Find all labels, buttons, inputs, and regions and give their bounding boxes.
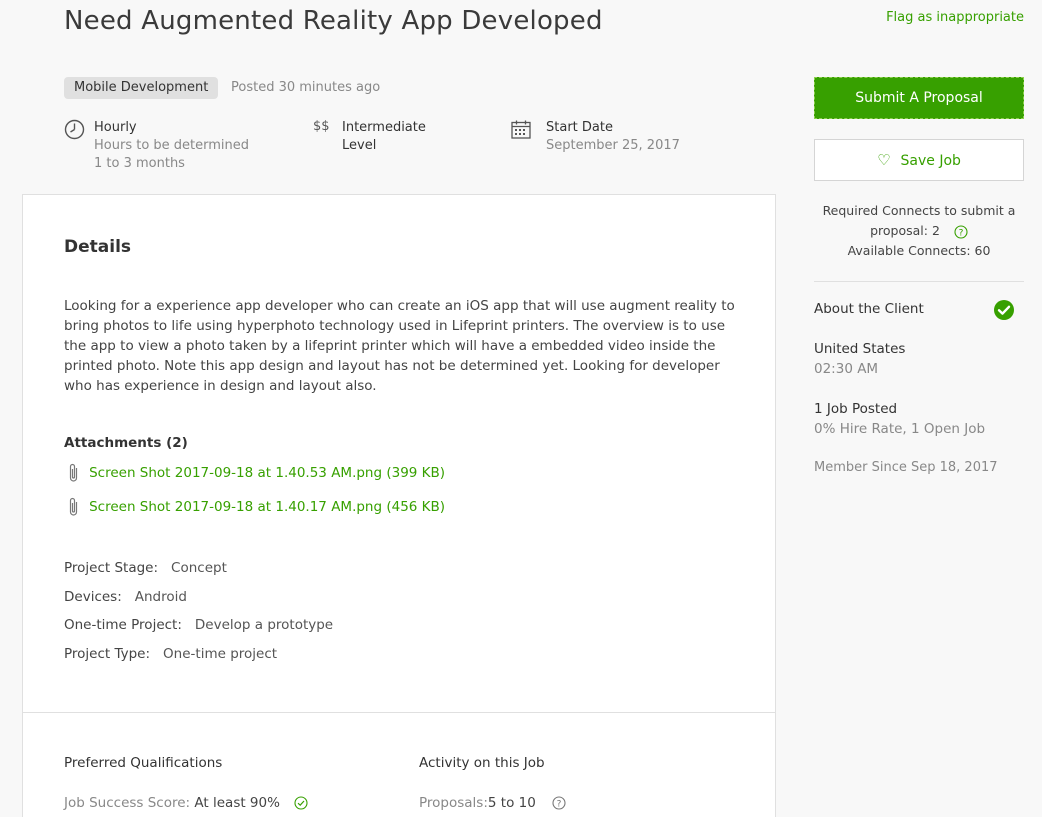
property-key: Project Type: — [64, 646, 151, 662]
duration-estimate: 1 to 3 months — [94, 156, 185, 171]
property-row: One-time Project: Develop a prototype — [64, 617, 333, 633]
paperclip-icon — [69, 463, 78, 482]
job-success-value: At least 90% — [194, 795, 280, 811]
job-success-key: Job Success Score: — [64, 795, 191, 811]
verified-check-icon — [994, 300, 1014, 320]
details-card: Details Looking for a experience app dev… — [22, 194, 776, 713]
dollar-icon: $$ — [313, 119, 330, 134]
qualifications-heading: Preferred Qualifications — [64, 755, 223, 771]
proposals-key: Proposals: — [419, 795, 488, 811]
experience-level: Intermediate — [342, 120, 426, 135]
property-key: Project Stage: — [64, 560, 159, 576]
details-heading: Details — [64, 237, 132, 257]
connects-required-label: Required Connects to submit a — [822, 203, 1016, 218]
property-value: One-time project — [163, 646, 278, 662]
posted-time: Posted 30 minutes ago — [231, 80, 381, 95]
client-hire-rate: 0% Hire Rate, 1 Open Job — [814, 421, 986, 437]
attachment-link[interactable]: Screen Shot 2017-09-18 at 1.40.17 AM.png… — [89, 499, 445, 515]
connects-available: Available Connects: 60 — [847, 243, 991, 258]
job-description: Looking for a experience app developer w… — [64, 298, 735, 394]
rate-type: Hourly — [94, 120, 137, 135]
proposals-value: 5 to 10 — [487, 795, 536, 811]
client-local-time: 02:30 AM — [814, 361, 879, 377]
property-row: Devices: Android — [64, 589, 187, 605]
connects-info: Required Connects to submit a proposal: … — [814, 201, 1024, 261]
svg-text:?: ? — [557, 800, 562, 810]
attachment-item[interactable]: Screen Shot 2017-09-18 at 1.40.17 AM.png… — [64, 496, 445, 518]
property-key: One-time Project: — [64, 617, 182, 633]
proposals-row: Proposals:5 to 10 ? — [419, 795, 566, 811]
client-country: United States — [814, 341, 906, 357]
activity-heading: Activity on this Job — [419, 755, 545, 771]
clock-icon — [64, 119, 85, 140]
flag-link[interactable]: Flag as inappropriate — [886, 10, 1024, 25]
help-icon[interactable]: ? — [552, 796, 566, 810]
connects-required-value: proposal: 2 — [870, 223, 940, 238]
property-row: Project Type: One-time project — [64, 646, 277, 662]
calendar-icon — [511, 120, 531, 139]
svg-text:?: ? — [959, 228, 964, 238]
check-circle-icon — [294, 796, 308, 810]
property-key: Devices: — [64, 589, 122, 605]
help-icon[interactable]: ? — [954, 224, 968, 239]
save-job-button[interactable]: ♡ Save Job — [814, 139, 1024, 181]
attachment-item[interactable]: Screen Shot 2017-09-18 at 1.40.53 AM.png… — [64, 462, 445, 484]
qualifications-card: Preferred Qualifications Job Success Sco… — [22, 712, 776, 817]
heart-icon: ♡ — [877, 151, 891, 169]
attachment-link[interactable]: Screen Shot 2017-09-18 at 1.40.53 AM.png… — [89, 465, 445, 481]
experience-level-suffix: Level — [342, 138, 377, 153]
attachments-heading: Attachments (2) — [64, 435, 188, 451]
save-job-label: Save Job — [900, 153, 961, 169]
property-value: Develop a prototype — [194, 617, 334, 633]
about-client-heading: About the Client — [814, 301, 924, 317]
property-value: Concept — [171, 560, 227, 576]
property-row: Project Stage: Concept — [64, 560, 227, 576]
hours-estimate: Hours to be determined — [94, 138, 250, 153]
client-member-since: Member Since Sep 18, 2017 — [814, 460, 998, 475]
job-success-row: Job Success Score: At least 90% — [64, 795, 308, 811]
start-date-label: Start Date — [546, 120, 613, 135]
client-jobs-posted: 1 Job Posted — [814, 401, 898, 417]
category-tag[interactable]: Mobile Development — [64, 77, 219, 99]
start-date-value: September 25, 2017 — [546, 138, 680, 153]
paperclip-icon — [69, 497, 78, 516]
page-title: Need Augmented Reality App Developed — [64, 6, 603, 36]
property-value: Android — [134, 589, 187, 605]
sidebar-divider — [814, 281, 1024, 282]
submit-proposal-button[interactable]: Submit A Proposal — [814, 77, 1024, 119]
